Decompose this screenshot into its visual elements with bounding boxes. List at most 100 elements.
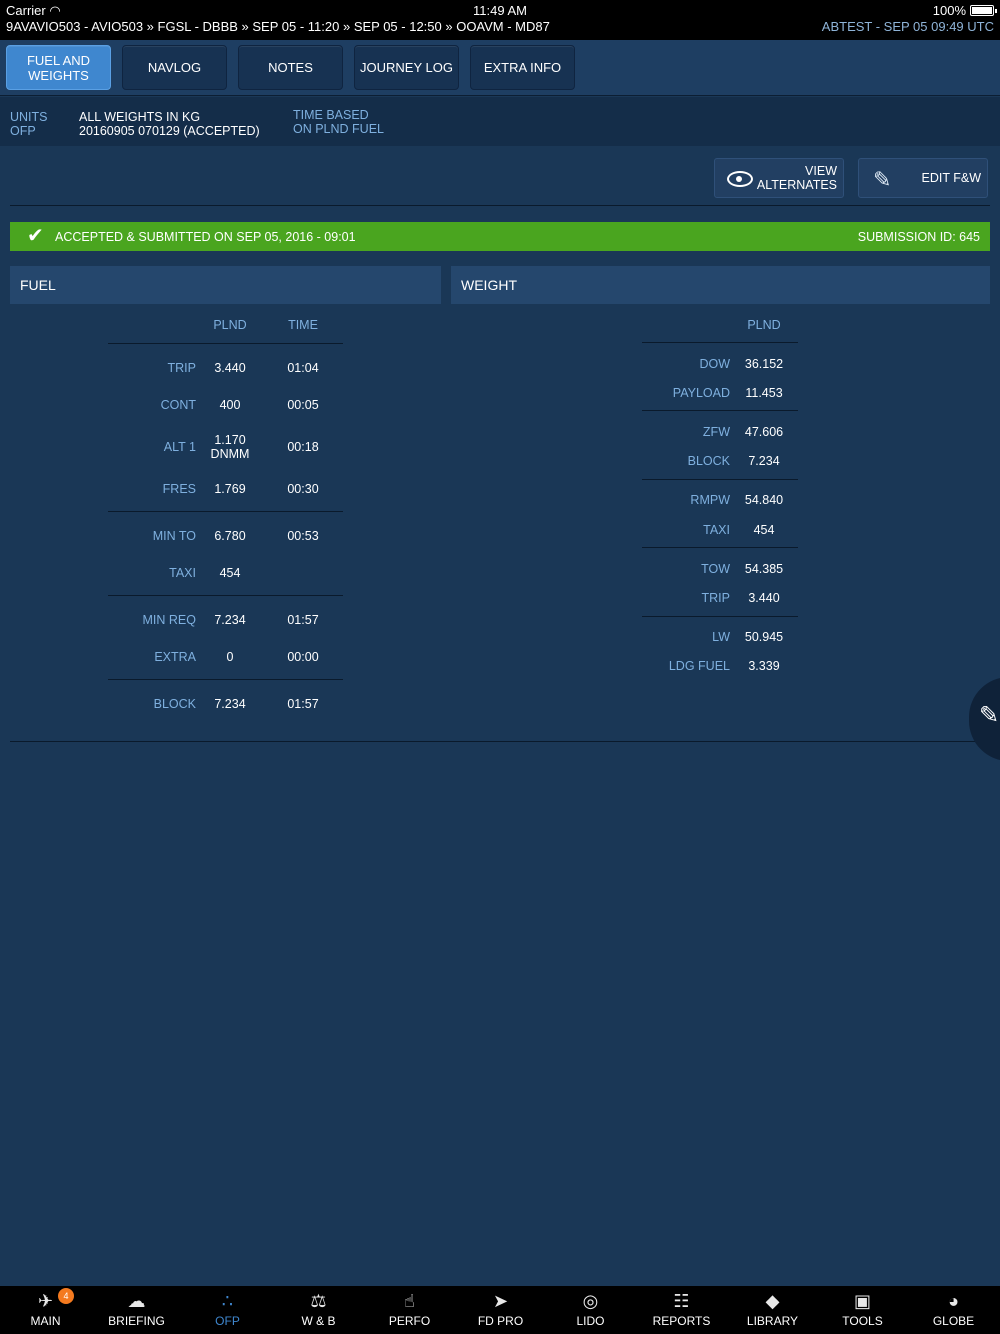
tab-journey-log[interactable]: JOURNEY LOG [354,45,459,90]
nav-ofp[interactable]: ∴ OFP [182,1286,273,1334]
nav-perfo[interactable]: ☝ PERFO [364,1286,455,1334]
fuel-section-header: FUEL [10,266,441,304]
flight-route: 9AVAVIO503 - AVIO503 » FGSL - DBBB » SEP… [6,19,550,34]
nav-tools[interactable]: ▣ TOOLS [817,1286,908,1334]
table-row-label: TAXI [703,523,730,537]
fuel-col-plnd: PLND [213,318,247,332]
table-row-time: 01:57 [287,613,319,627]
table-row-plnd: 400 [219,398,241,412]
table-row-label: LW [712,630,730,644]
info-values: ALL WEIGHTS IN KG 20160905 070129 (ACCEP… [79,110,260,138]
thumbs-up-icon: ☝ [404,1291,415,1311]
table-row-label: MIN REQ [142,613,196,627]
table-row-label: LDG FUEL [668,659,730,673]
divider [10,741,990,742]
table-row-plnd: 0 [226,650,234,664]
table-row-time: 00:30 [287,482,319,496]
utc-time: ABTEST - SEP 05 09:49 UTC [821,19,994,34]
table-row-label: ZFW [702,425,730,439]
globe-icon: ◕ [948,1291,959,1311]
table-row-plnd: 7.234 [748,454,780,468]
table-row-time: 00:53 [287,529,319,543]
nav-fd-pro[interactable]: ➤ FD PRO [455,1286,546,1334]
submission-id: SUBMISSION ID: 645 [857,230,980,244]
table-row-time: 01:04 [287,361,319,375]
nav-briefing[interactable]: ☁ BRIEFING [91,1286,182,1334]
table-row-time: 01:57 [287,697,319,711]
table-row-label: MIN TO [152,529,196,543]
status-bar: Carrier ◠ 11:49 AM 100% 9AVAVIO503 - AVI… [0,0,1000,40]
eye-icon [727,171,753,187]
pencil-icon: ✎ [873,167,892,192]
table-row-label: BLOCK [687,454,730,468]
nav-lido[interactable]: ◎ LIDO [545,1286,636,1334]
table-row-plnd: 54.840 [744,493,784,507]
table-row-plnd: 3.440 [214,361,246,375]
cloud-icon: ☁ [127,1291,146,1311]
table-row-plnd: 50.945 [744,630,784,644]
accepted-banner: ✔ ACCEPTED & SUBMITTED ON SEP 05, 2016 -… [10,222,990,251]
table-row-plnd: 3.339 [748,659,780,673]
table-row-label: DOW [699,357,730,371]
table-row-plnd: 454 [753,523,775,537]
navigation-arrow-icon: ➤ [492,1291,509,1311]
lido-icon: ◎ [582,1291,599,1311]
scale-icon: ⚖ [310,1291,327,1311]
table-row-plnd: 7.234 [214,613,246,627]
table-row-label: TOW [701,562,730,576]
table-row-plnd: 454 [219,566,241,580]
book-icon: ◆ [765,1291,780,1311]
clipboard-icon: ☷ [673,1291,690,1311]
view-alternates-button[interactable]: VIEW ALTERNATES [714,158,844,198]
nav-main[interactable]: ✈ 4 MAIN [0,1286,91,1334]
route-icon: ∴ [221,1291,234,1311]
airplane-icon: ✈ [37,1291,54,1311]
table-row-label: FRES [162,482,196,496]
tab-extra-info[interactable]: EXTRA INFO [470,45,575,90]
table-row-label: RMPW [690,493,730,507]
table-row-time: 00:18 [287,440,319,454]
floating-edit-button[interactable]: ✎ [969,677,1000,761]
fuel-col-time: TIME [288,318,318,332]
tab-notes[interactable]: NOTES [238,45,343,90]
divider [10,205,990,206]
clock: 11:49 AM [473,3,527,18]
table-row-plnd: 47.606 [744,425,784,439]
info-labels: UNITS OFP [10,110,48,138]
tab-fuel-and-weights[interactable]: FUEL AND WEIGHTS [6,45,111,90]
table-row-label: TAXI [169,566,196,580]
table-row-label: ALT 1 [163,440,196,454]
table-row-label: TRIP [167,361,196,375]
table-row-plnd: 36.152 [744,357,784,371]
table-row-time: 00:00 [287,650,319,664]
nav-library[interactable]: ◆ LIBRARY [727,1286,818,1334]
table-row-time: 00:05 [287,398,319,412]
table-row-plnd: 1.769 [214,482,246,496]
edit-fw-button[interactable]: ✎ EDIT F&W [858,158,988,198]
tab-navlog[interactable]: NAVLOG [122,45,227,90]
table-row-plnd: 11.453 [745,386,783,400]
table-row-plnd: 6.780 [214,529,246,543]
battery-status: 100% [933,3,997,18]
time-based-note: TIME BASED ON PLND FUEL [293,108,384,136]
checkmark-icon: ✔ [27,225,44,247]
table-row-label: CONT [160,398,196,412]
table-row-plnd: 3.440 [748,591,780,605]
pencil-icon: ✎ [979,702,1000,729]
table-row-plnd: 54.385 [744,562,784,576]
weight-col-plnd: PLND [747,318,781,332]
nav-globe[interactable]: ◕ GLOBE [908,1286,999,1334]
table-row-plnd: 1.170 [214,433,246,447]
notification-badge: 4 [58,1288,74,1304]
nav-wb[interactable]: ⚖ W & B [273,1286,364,1334]
table-row-label: TRIP [701,591,730,605]
table-row-label: EXTRA [154,650,196,664]
weight-section-header: WEIGHT [451,266,990,304]
bottom-nav: ✈ 4 MAIN ☁ BRIEFING ∴ OFP ⚖ W & B ☝ PERF… [0,1286,1000,1334]
nav-reports[interactable]: ☷ REPORTS [636,1286,727,1334]
ofp-info-bar: UNITS OFP ALL WEIGHTS IN KG 20160905 070… [0,97,1000,146]
table-row-plnd: 7.234 [214,697,246,711]
toolbox-icon: ▣ [853,1291,871,1311]
table-row-label: PAYLOAD [672,386,730,400]
table-row-label: BLOCK [153,697,196,711]
